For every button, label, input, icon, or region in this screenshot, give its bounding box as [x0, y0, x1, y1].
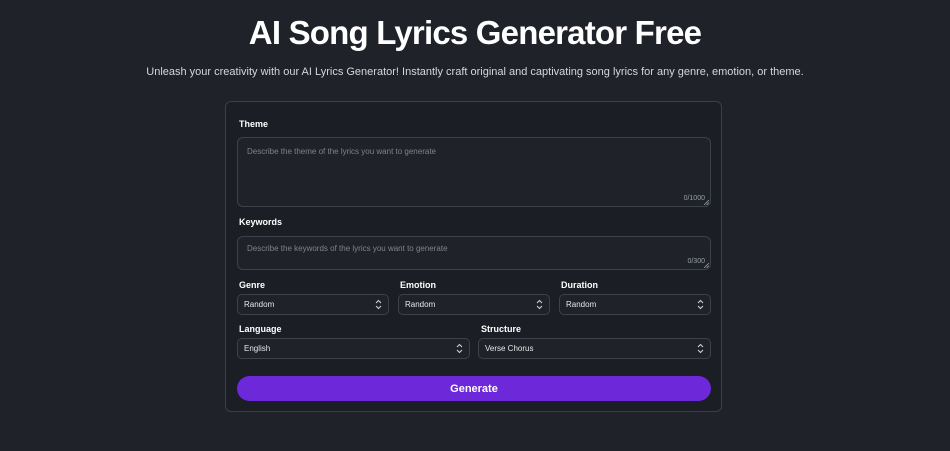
generate-button[interactable]: Generate — [237, 376, 711, 401]
theme-placeholder: Describe the theme of the lyrics you wan… — [247, 147, 436, 156]
page-subtitle: Unleash your creativity with our AI Lyri… — [146, 66, 804, 78]
duration-label: Duration — [561, 280, 598, 290]
genre-label: Genre — [239, 280, 266, 290]
chevron-up-down-icon — [697, 343, 704, 354]
genre-value: Random — [244, 300, 275, 309]
theme-textarea[interactable]: Describe the theme of the lyrics you wan… — [237, 137, 711, 207]
resize-grip-icon[interactable] — [703, 199, 709, 205]
keywords-placeholder: Describe the keywords of the lyrics you … — [247, 244, 448, 253]
genre-select[interactable]: Random — [237, 294, 389, 315]
emotion-value: Random — [405, 300, 436, 309]
chevron-up-down-icon — [536, 299, 543, 310]
emotion-select[interactable]: Random — [398, 294, 550, 315]
theme-label: Theme — [239, 119, 269, 129]
duration-select[interactable]: Random — [559, 294, 711, 315]
chevron-up-down-icon — [375, 299, 382, 310]
chevron-up-down-icon — [697, 299, 704, 310]
language-value: English — [244, 344, 271, 353]
page-title: AI Song Lyrics Generator Free — [248, 14, 702, 51]
duration-value: Random — [566, 300, 597, 309]
language-select[interactable]: English — [237, 338, 470, 359]
structure-value: Verse Chorus — [485, 344, 534, 353]
keywords-label: Keywords — [239, 217, 283, 227]
theme-char-counter: 0/1000 — [683, 195, 705, 202]
language-label: Language — [239, 324, 282, 334]
keywords-textarea[interactable]: Describe the keywords of the lyrics you … — [237, 236, 711, 270]
emotion-label: Emotion — [400, 280, 436, 290]
resize-grip-icon[interactable] — [703, 262, 709, 268]
structure-label: Structure — [481, 324, 522, 334]
chevron-up-down-icon — [456, 343, 463, 354]
structure-select[interactable]: Verse Chorus — [478, 338, 711, 359]
